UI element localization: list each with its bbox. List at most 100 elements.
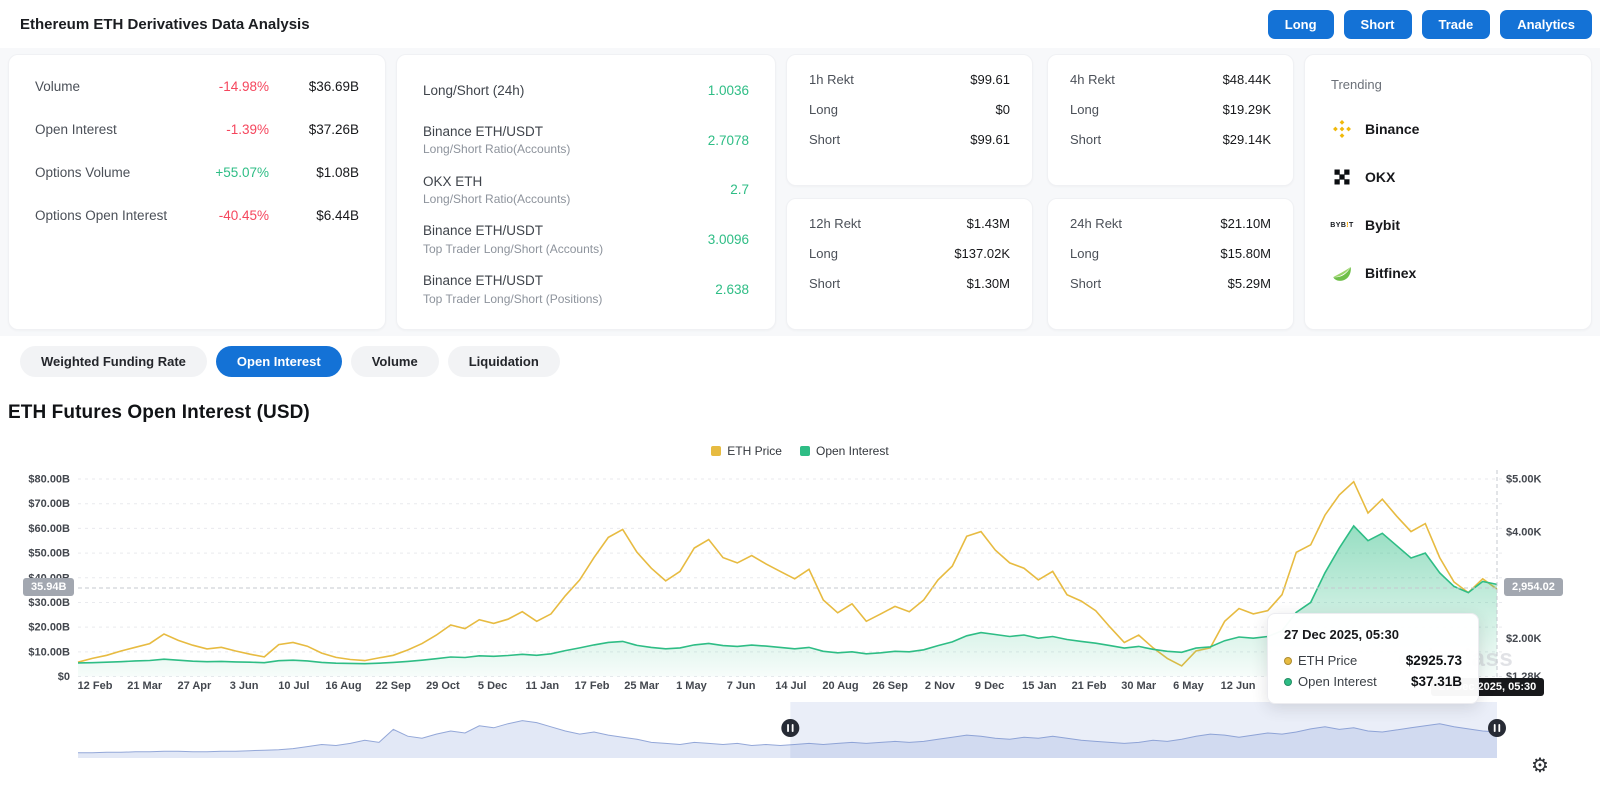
rekt-title: 4h Rekt xyxy=(1070,72,1115,87)
rekt-short-value: $1.30M xyxy=(967,276,1010,291)
summary-cards: Volume -14.98% $36.69B Open Interest -1.… xyxy=(0,48,1600,330)
navigator-handle-right[interactable] xyxy=(1494,724,1496,732)
rekt-title: 12h Rekt xyxy=(809,216,861,231)
x-axis-label: 9 Dec xyxy=(975,680,1004,692)
ratio-sublabel: Top Trader Long/Short (Positions) xyxy=(423,291,602,308)
tab-volume[interactable]: Volume xyxy=(351,346,439,377)
rekt-short-label: Short xyxy=(809,276,840,291)
ratio-row: Binance ETH/USDT Top Trader Long/Short (P… xyxy=(423,271,749,308)
x-axis-label: 2 Nov xyxy=(925,680,956,692)
y-axis-left-label: $80.00B xyxy=(28,474,70,486)
rekt-card-12h: 12h Rekt$1.43M Long$137.02K Short$1.30M xyxy=(786,198,1033,330)
stat-change: -40.45% xyxy=(197,208,269,223)
chart-settings-gear-icon[interactable]: ⚙ xyxy=(1531,756,1549,776)
tab-open-interest[interactable]: Open Interest xyxy=(216,346,342,377)
rekt-short-label: Short xyxy=(1070,276,1101,291)
stat-row-options-open-interest: Options Open Interest -40.45% $6.44B xyxy=(35,208,359,223)
rekt-total: $48.44K xyxy=(1223,72,1271,87)
analytics-button[interactable]: Analytics xyxy=(1500,10,1592,39)
y-axis-left-label: $70.00B xyxy=(28,498,70,510)
long-button[interactable]: Long xyxy=(1268,10,1334,39)
x-axis-label: 15 Jan xyxy=(1022,680,1057,692)
rekt-long-value: $0 xyxy=(996,102,1010,117)
trending-item-bitfinex[interactable]: Bitfinex xyxy=(1331,262,1565,284)
okx-icon xyxy=(1331,166,1353,188)
chart-section: Weighted Funding Rate Open Interest Volu… xyxy=(0,336,1600,787)
chart-tooltip: 27 Dec 2025, 05:30 ETH Price $2925.73 Op… xyxy=(1267,613,1479,704)
series-dot xyxy=(1284,678,1292,686)
x-axis-label: 11 Jan xyxy=(525,680,559,692)
rekt-short-label: Short xyxy=(809,132,840,147)
tab-weighted-funding-rate[interactable]: Weighted Funding Rate xyxy=(20,346,207,377)
trending-item-okx[interactable]: OKX xyxy=(1331,166,1565,188)
trending-title: Trending xyxy=(1331,77,1565,92)
rekt-total: $1.43M xyxy=(967,216,1010,231)
ratio-value: 2.7078 xyxy=(708,133,749,148)
exchange-name: Binance xyxy=(1365,121,1419,137)
tooltip-label: Open Interest xyxy=(1298,674,1377,689)
legend-item-open-interest[interactable]: Open Interest xyxy=(800,444,889,458)
rekt-short-label: Short xyxy=(1070,132,1101,147)
x-axis-label: 10 Jul xyxy=(278,680,309,692)
stat-change: -14.98% xyxy=(197,79,269,94)
x-axis-label: 21 Feb xyxy=(1072,680,1107,692)
ratio-value: 1.0036 xyxy=(708,83,749,98)
ratio-label: Binance ETH/USDT xyxy=(423,124,543,139)
y-axis-left-label: $60.00B xyxy=(28,523,70,535)
bybit-icon: BYB!T xyxy=(1331,214,1353,236)
short-button[interactable]: Short xyxy=(1344,10,1412,39)
x-axis-label: 14 Jul xyxy=(775,680,806,692)
rekt-card-1h: 1h Rekt$99.61 Long$0 Short$99.61 xyxy=(786,54,1033,186)
navigator-handle-left[interactable] xyxy=(787,724,789,732)
rekt-long-label: Long xyxy=(809,102,838,117)
rekt-short-value: $29.14K xyxy=(1223,132,1271,147)
ratio-sublabel: Long/Short Ratio(Accounts) xyxy=(423,141,570,158)
ratio-value: 2.7 xyxy=(730,182,749,197)
navigator-selected-range[interactable] xyxy=(790,702,1497,758)
x-axis-label: 12 Feb xyxy=(78,680,113,692)
tab-liquidation[interactable]: Liquidation xyxy=(448,346,560,377)
bitfinex-icon xyxy=(1331,262,1353,284)
rekt-long-label: Long xyxy=(1070,246,1099,261)
stat-row-open-interest: Open Interest -1.39% $37.26B xyxy=(35,122,359,137)
legend-item-eth-price[interactable]: ETH Price xyxy=(711,444,782,458)
x-axis-label: 1 May xyxy=(676,680,707,692)
tooltip-row-open-interest: Open Interest $37.31B xyxy=(1284,674,1462,689)
y-axis-right-label: $4.00K xyxy=(1506,527,1542,539)
binance-icon xyxy=(1331,118,1353,140)
x-axis-label: 22 Sep xyxy=(375,680,411,692)
header-actions: Long Short Trade Analytics xyxy=(1268,10,1592,39)
crosshair-left-axis-badge: 35.94B xyxy=(23,578,74,596)
rekt-long-value: $19.29K xyxy=(1223,102,1271,117)
rekt-long-label: Long xyxy=(809,246,838,261)
rekt-title: 1h Rekt xyxy=(809,72,854,87)
y-axis-right-label: $5.00K xyxy=(1506,474,1542,486)
x-axis-label: 21 Mar xyxy=(127,680,163,692)
stat-value: $36.69B xyxy=(295,79,359,94)
x-axis-label: 30 Mar xyxy=(1121,680,1157,692)
navigator-handle-left[interactable] xyxy=(792,724,794,732)
navigator-handle-left[interactable] xyxy=(781,719,799,737)
x-axis-label: 12 Jun xyxy=(1221,680,1256,692)
navigator-handle-right[interactable] xyxy=(1498,724,1500,732)
trade-button[interactable]: Trade xyxy=(1422,10,1491,39)
x-axis-label: 7 Jun xyxy=(727,680,756,692)
x-axis-label: 17 Feb xyxy=(575,680,610,692)
x-axis-label: 29 Oct xyxy=(426,680,460,692)
trending-item-bybit[interactable]: BYB!T Bybit xyxy=(1331,214,1565,236)
series-dot xyxy=(1284,657,1292,665)
trending-item-binance[interactable]: Binance xyxy=(1331,118,1565,140)
ratio-label: Binance ETH/USDT xyxy=(423,273,543,288)
stat-label: Options Volume xyxy=(35,165,197,180)
market-stats-card: Volume -14.98% $36.69B Open Interest -1.… xyxy=(8,54,386,330)
derivatives-dashboard: Ethereum ETH Derivatives Data Analysis L… xyxy=(0,0,1600,787)
navigator-handle-right[interactable] xyxy=(1488,719,1506,737)
ratio-row: Long/Short (24h) 1.0036 xyxy=(423,81,749,101)
crosshair-right-axis-badge: 2,954.02 xyxy=(1504,578,1563,596)
ratio-row: Binance ETH/USDT Long/Short Ratio(Account… xyxy=(423,122,749,159)
ratio-label: Long/Short (24h) xyxy=(423,83,524,98)
page-title: Ethereum ETH Derivatives Data Analysis xyxy=(20,16,310,33)
y-axis-left-label: $20.00B xyxy=(28,622,70,634)
tooltip-value: $2925.73 xyxy=(1406,653,1462,668)
rekt-card-4h: 4h Rekt$48.44K Long$19.29K Short$29.14K xyxy=(1047,54,1294,186)
